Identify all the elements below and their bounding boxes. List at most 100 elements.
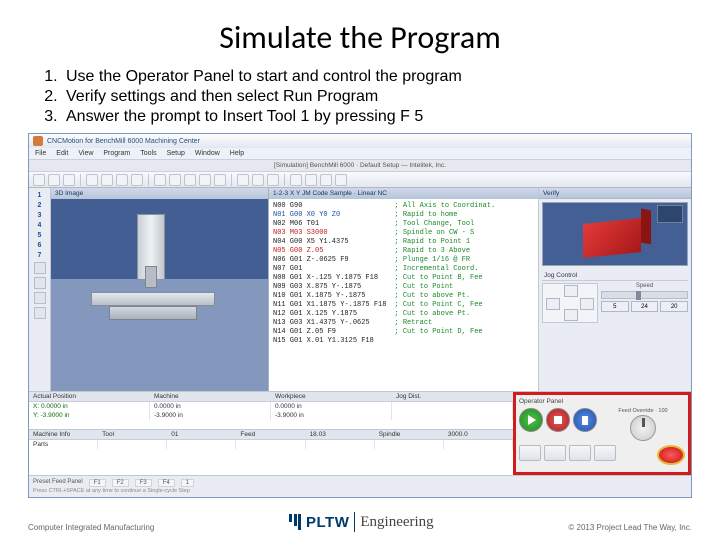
toolbar-button[interactable] xyxy=(199,174,211,186)
toolbar-button[interactable] xyxy=(237,174,249,186)
toolbar-button[interactable] xyxy=(33,174,45,186)
speed-preset-button[interactable]: 24 xyxy=(631,301,659,312)
line-number: 3 xyxy=(38,212,42,219)
line-number: 6 xyxy=(38,242,42,249)
toolbar-button[interactable] xyxy=(169,174,181,186)
menu-window[interactable]: Window xyxy=(195,150,220,157)
window-title: CNCMotion for BenchMill 6000 Machining C… xyxy=(47,138,200,145)
toolbar-button[interactable] xyxy=(267,174,279,186)
speed-slider[interactable] xyxy=(601,291,688,299)
op-small-button[interactable] xyxy=(594,445,616,461)
jog-pad xyxy=(542,283,598,323)
feed-override-knob[interactable] xyxy=(630,415,656,441)
line-number: 5 xyxy=(38,232,42,239)
speed-label: Speed xyxy=(601,283,688,289)
3d-view-panel[interactable]: 3D Image xyxy=(51,188,269,391)
actual-position-panel: Actual Position Machine Workpiece Jog Di… xyxy=(29,392,513,430)
jog-left-button[interactable] xyxy=(546,298,560,310)
toolbar-button[interactable] xyxy=(131,174,143,186)
jog-speed: Speed 5 24 20 xyxy=(601,283,688,323)
toolbar-button[interactable] xyxy=(335,174,347,186)
toolbar-button[interactable] xyxy=(116,174,128,186)
window-titlebar: CNCMotion for BenchMill 6000 Machining C… xyxy=(29,134,691,148)
jog-down-button[interactable] xyxy=(564,309,578,321)
menu-setup[interactable]: Setup xyxy=(167,150,185,157)
pause-program-button[interactable] xyxy=(573,408,597,432)
emergency-stop-button[interactable] xyxy=(657,445,685,465)
op-small-button[interactable] xyxy=(544,445,566,461)
3d-view-title: 3D Image xyxy=(51,188,268,199)
left-line-gutter: 1 2 3 4 5 6 7 xyxy=(29,188,51,391)
menu-tools[interactable]: Tools xyxy=(140,150,156,157)
toolbar-button[interactable] xyxy=(290,174,302,186)
mill-machine-graphic xyxy=(81,214,231,324)
footer-right: © 2013 Project Lead The Way, Inc. xyxy=(568,523,692,532)
toolbar-button[interactable] xyxy=(63,174,75,186)
toolbar-button[interactable] xyxy=(184,174,196,186)
menu-file[interactable]: File xyxy=(35,150,46,157)
line-number: 1 xyxy=(38,192,42,199)
slide-title: Simulate the Program xyxy=(28,18,692,57)
status-bar: Preset Feed Panel F1 F2 F3 F4 1 Press CT… xyxy=(29,475,691,497)
feed-override-label: Feed Override · 100 xyxy=(601,408,685,414)
toolbar-button[interactable] xyxy=(320,174,332,186)
instruction-item: Verify settings and then select Run Prog… xyxy=(62,87,692,107)
toolbar xyxy=(29,172,691,188)
footer-left: Computer Integrated Manufacturing xyxy=(28,523,154,532)
slide-footer: Computer Integrated Manufacturing PLTW E… xyxy=(28,512,692,532)
status-hint: Press CTRL+SPACE at any time to continue… xyxy=(33,488,687,494)
jog-up-button[interactable] xyxy=(564,285,578,297)
right-pane: Verify Jog Control xyxy=(539,188,691,391)
toolbar-button[interactable] xyxy=(86,174,98,186)
jog-right-button[interactable] xyxy=(580,298,594,310)
menu-help[interactable]: Help xyxy=(230,150,244,157)
toolbar-button[interactable] xyxy=(48,174,60,186)
operator-panel: Operator Panel Feed Override · 100 xyxy=(513,392,691,475)
gutter-icon[interactable] xyxy=(34,277,46,289)
preset-button[interactable]: F1 xyxy=(89,479,106,487)
speed-preset-button[interactable]: 5 xyxy=(601,301,629,312)
toolbar-button[interactable] xyxy=(214,174,226,186)
preset-label: Preset Feed Panel xyxy=(33,479,83,487)
app-screenshot: CNCMotion for BenchMill 6000 Machining C… xyxy=(28,133,692,498)
toolbar-button[interactable] xyxy=(154,174,166,186)
toolbar-button[interactable] xyxy=(305,174,317,186)
gutter-icon[interactable] xyxy=(34,262,46,274)
machine-info-panel: Machine Info Tool 01 Feed 18.03 Spindle … xyxy=(29,430,513,475)
jog-control: Jog Control Speed 5 xyxy=(542,271,688,323)
gcode-title: 1-2-3 X Y JM Code Sample · Linear NC xyxy=(269,188,538,199)
menu-bar[interactable]: File Edit View Program Tools Setup Windo… xyxy=(29,148,691,160)
app-icon xyxy=(33,136,43,146)
menu-edit[interactable]: Edit xyxy=(56,150,68,157)
verify-3d-view[interactable] xyxy=(542,202,688,266)
logo-bars-icon xyxy=(289,514,301,530)
toolbar-button[interactable] xyxy=(252,174,264,186)
op-small-button[interactable] xyxy=(519,445,541,461)
menu-program[interactable]: Program xyxy=(103,150,130,157)
toolbar-button[interactable] xyxy=(101,174,113,186)
workpiece-graphic xyxy=(583,218,641,258)
stop-program-button[interactable] xyxy=(546,408,570,432)
menu-view[interactable]: View xyxy=(78,150,93,157)
gutter-icon[interactable] xyxy=(34,307,46,319)
preset-button[interactable]: F3 xyxy=(135,479,152,487)
jog-title: Jog Control xyxy=(542,271,688,281)
instruction-list: Use the Operator Panel to start and cont… xyxy=(38,67,692,127)
gcode-panel[interactable]: 1-2-3 X Y JM Code Sample · Linear NC N00… xyxy=(269,188,539,391)
speed-preset-button[interactable]: 20 xyxy=(660,301,688,312)
comment-column: ; All Axis to Coordinat. ; Rapid to home… xyxy=(394,202,495,346)
line-number: 2 xyxy=(38,202,42,209)
line-number: 7 xyxy=(38,252,42,259)
preset-button[interactable]: F4 xyxy=(158,479,175,487)
run-program-button[interactable] xyxy=(519,408,543,432)
op-small-button[interactable] xyxy=(569,445,591,461)
preset-button[interactable]: F2 xyxy=(112,479,129,487)
axis-indicator-icon xyxy=(657,205,683,223)
gcode-column: N00 G90 N01 G00 X0 Y0 Z0 N02 M06 T01 N03… xyxy=(273,202,386,346)
preset-button[interactable]: 1 xyxy=(181,479,194,487)
verify-title: Verify xyxy=(539,188,691,199)
logo-subtext: Engineering xyxy=(360,514,433,531)
gutter-icon[interactable] xyxy=(34,292,46,304)
ap-title: Actual Position xyxy=(29,392,150,401)
sub-header: [Simulation] BenchMill 6000 · Default Se… xyxy=(29,160,691,172)
